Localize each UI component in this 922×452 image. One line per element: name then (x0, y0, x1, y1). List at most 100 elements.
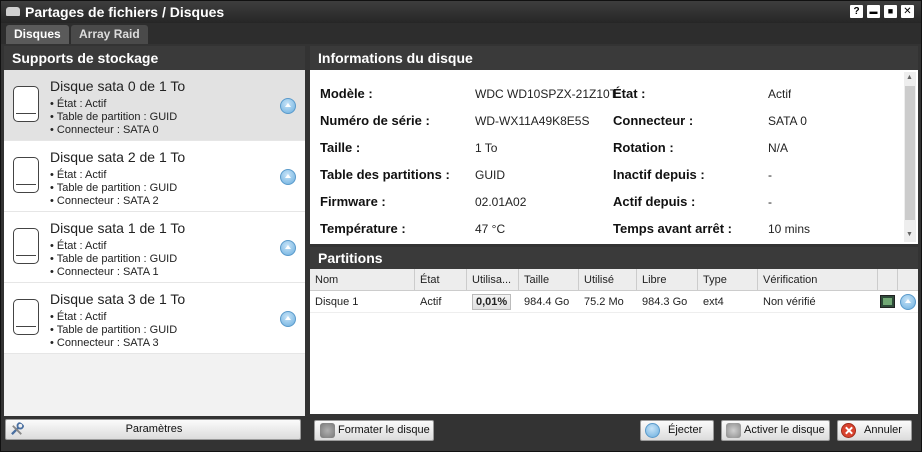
eject-icon[interactable] (280, 311, 296, 327)
drive-icon (6, 7, 20, 16)
eject-icon (645, 423, 660, 438)
hard-drive-icon (13, 299, 39, 335)
scroll-down-icon[interactable]: ▼ (906, 231, 913, 238)
disk-connector: • Connecteur : SATA 3 (50, 337, 159, 349)
disk-connector: • Connecteur : SATA 2 (50, 195, 159, 207)
close-button[interactable]: ✕ (901, 5, 914, 18)
tab-bar: Disques Array Raid (1, 23, 921, 44)
connector-value: SATA 0 (768, 114, 807, 128)
state-value: Actif (768, 87, 792, 101)
inactive-since-value: - (768, 168, 772, 182)
info-scrollbar[interactable]: ▲ ▼ (904, 72, 916, 242)
format-disk-button[interactable]: Formater le disque (314, 420, 434, 441)
disk-name: Disque sata 0 de 1 To (50, 78, 186, 94)
eject-icon[interactable] (280, 98, 296, 114)
rotation-label: Rotation : (613, 140, 674, 155)
partition-usage: 0,01% (472, 294, 512, 310)
disk-item-sata0[interactable]: Disque sata 0 de 1 To • État : Actif • T… (4, 70, 305, 141)
partitions-table-header: Nom État Utilisa... Taille Utilisé Libre… (310, 269, 918, 291)
model-label: Modèle : (320, 86, 373, 101)
partition-free: 984.3 Go (642, 296, 688, 308)
help-button[interactable]: ? (850, 5, 863, 18)
rotation-value: N/A (768, 141, 789, 155)
format-drive-icon (320, 423, 335, 438)
disk-name: Disque sata 2 de 1 To (50, 149, 186, 165)
partition-state: Actif (420, 296, 442, 308)
title-bar[interactable]: Partages de fichiers / Disques ? ▬ ■ ✕ (1, 1, 921, 23)
disk-state: • État : Actif (50, 169, 107, 181)
active-since-label: Actif depuis : (613, 194, 696, 209)
firmware-label: Firmware : (320, 194, 386, 209)
connector-label: Connecteur : (613, 113, 694, 128)
size-value: 1 To (475, 141, 498, 155)
verify-disk-icon[interactable] (880, 295, 895, 308)
disk-partition-table: • Table de partition : GUID (50, 324, 178, 336)
disk-state: • État : Actif (50, 240, 107, 252)
disks-window: Partages de fichiers / Disques ? ▬ ■ ✕ D… (0, 0, 922, 452)
activate-disk-label: Activer le disque (744, 424, 825, 436)
storage-panel-title: Supports de stockage (4, 46, 305, 70)
format-disk-label: Formater le disque (338, 424, 430, 436)
eject-partition-icon[interactable] (900, 294, 916, 310)
table-row[interactable]: Disque 1 Actif 0,01% 984.4 Go 75.2 Mo 98… (310, 291, 918, 313)
temperature-label: Température : (320, 221, 406, 236)
disk-item-sata2[interactable]: Disque sata 2 de 1 To • État : Actif • T… (4, 141, 305, 212)
disk-item-sata1[interactable]: Disque sata 1 de 1 To • État : Actif • T… (4, 212, 305, 283)
disk-connector: • Connecteur : SATA 0 (50, 124, 159, 136)
tab-disques[interactable]: Disques (6, 25, 69, 44)
firmware-value: 02.01A02 (475, 195, 527, 209)
disk-info-title: Informations du disque (310, 46, 918, 70)
partition-size: 984.4 Go (524, 296, 570, 308)
disk-connector: • Connecteur : SATA 1 (50, 266, 159, 278)
hard-drive-icon (13, 228, 39, 264)
col-type[interactable]: Type (698, 269, 758, 291)
disk-item-sata3[interactable]: Disque sata 3 de 1 To • État : Actif • T… (4, 283, 305, 354)
partition-type: ext4 (703, 296, 724, 308)
col-used[interactable]: Utilisé (579, 269, 637, 291)
model-value: WDC WD10SPZX-21Z10T0 (475, 87, 615, 101)
standby-time-label: Temps avant arrêt : (613, 221, 732, 236)
temperature-value: 47 °C (475, 222, 506, 236)
window-title: Partages de fichiers / Disques (25, 4, 225, 20)
col-free[interactable]: Libre (637, 269, 698, 291)
eject-button[interactable]: Éjecter (640, 420, 714, 441)
inactive-since-label: Inactif depuis : (613, 167, 705, 182)
cancel-button-label: Annuler (864, 424, 902, 436)
disk-state: • État : Actif (50, 98, 107, 110)
col-name[interactable]: Nom (310, 269, 415, 291)
active-since-value: - (768, 195, 772, 209)
size-label: Taille : (320, 140, 361, 155)
disk-name: Disque sata 3 de 1 To (50, 291, 186, 307)
disk-partition-table: • Table de partition : GUID (50, 111, 178, 123)
col-verification[interactable]: Vérification (758, 269, 878, 291)
eject-icon[interactable] (280, 169, 296, 185)
maximize-button[interactable]: ■ (884, 5, 897, 18)
eject-icon[interactable] (280, 240, 296, 256)
minimize-button[interactable]: ▬ (867, 5, 880, 18)
cancel-button[interactable]: Annuler (837, 420, 912, 441)
storage-panel: Supports de stockage Disque sata 0 de 1 … (4, 46, 305, 416)
disk-info-grid: Modèle : WDC WD10SPZX-21Z10T0 Numéro de … (310, 70, 918, 244)
col-usage[interactable]: Utilisa... (467, 269, 519, 291)
serial-label: Numéro de série : (320, 113, 430, 128)
scroll-thumb[interactable] (905, 86, 915, 220)
parameters-button[interactable]: Paramètres (5, 419, 301, 440)
disk-partition-table: • Table de partition : GUID (50, 182, 178, 194)
col-size[interactable]: Taille (519, 269, 579, 291)
hard-drive-icon (13, 86, 39, 122)
activate-disk-button[interactable]: Activer le disque (721, 420, 830, 441)
activate-drive-icon (726, 423, 741, 438)
tab-array-raid[interactable]: Array Raid (71, 25, 148, 44)
standby-time-value: 10 mins (768, 222, 811, 236)
scroll-up-icon[interactable]: ▲ (906, 74, 913, 81)
disk-info-panel: Informations du disque Modèle : WDC WD10… (310, 46, 918, 244)
state-label: État : (613, 86, 646, 101)
partition-verification: Non vérifié (763, 296, 816, 308)
partition-table-value: GUID (475, 168, 505, 182)
cancel-icon (841, 423, 856, 438)
partitions-panel: Partitions Nom État Utilisa... Taille Ut… (310, 247, 918, 414)
parameters-button-label: Paramètres (125, 423, 183, 435)
col-action-2 (898, 269, 918, 291)
serial-value: WD-WX11A49K8E5S (475, 114, 590, 128)
col-state[interactable]: État (415, 269, 467, 291)
